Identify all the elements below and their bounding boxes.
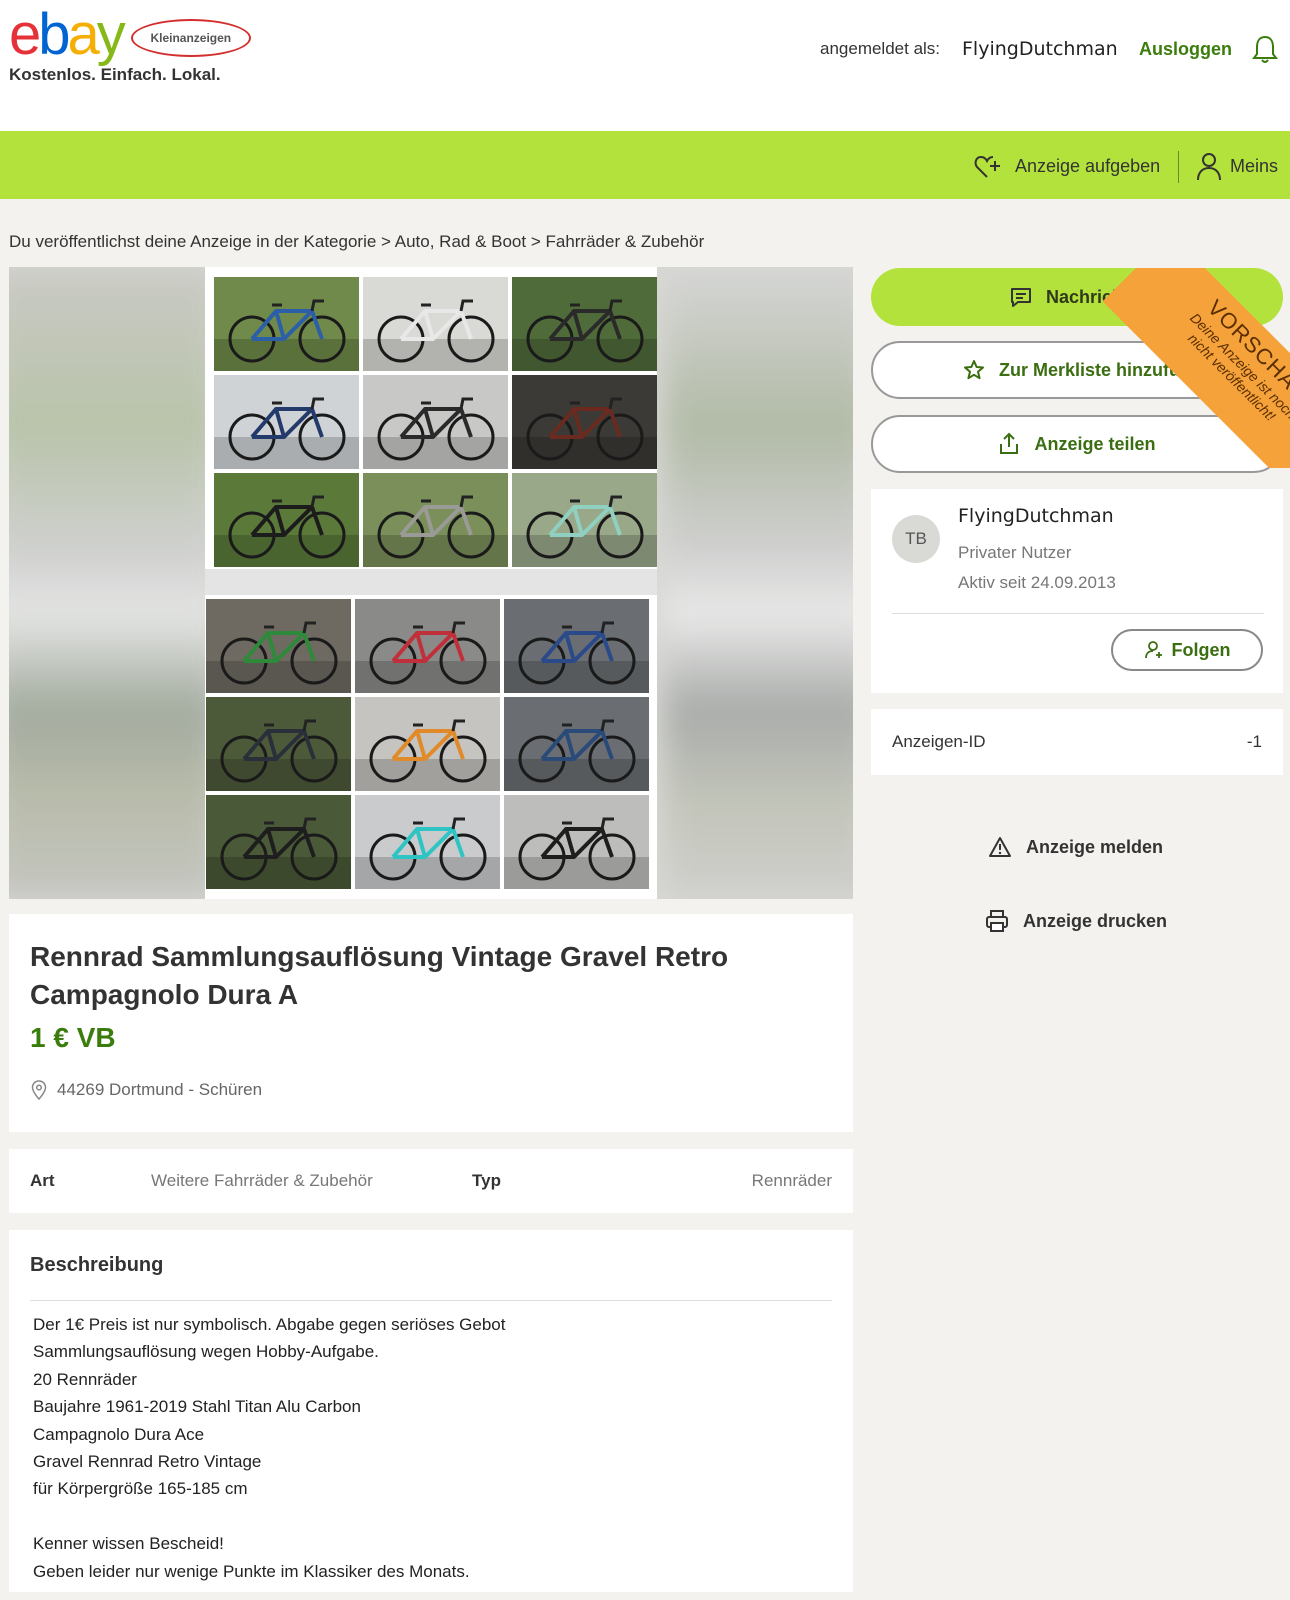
bicycle-photo	[206, 795, 351, 889]
description-line: Campagnolo Dura Ace	[33, 1424, 205, 1444]
description-line: Sammlungsauflösung wegen Hobby-Aufgabe.	[33, 1342, 379, 1362]
star-icon	[963, 360, 984, 380]
follow-user-icon	[1144, 641, 1162, 659]
photo-collage-bottom	[206, 599, 649, 889]
description-card: Beschreibung Der 1€ Preis ist nur symbol…	[9, 1230, 853, 1592]
bicycle-photo	[363, 473, 508, 567]
mine-label: Meins	[1230, 155, 1279, 176]
location-pin-icon	[31, 1080, 47, 1100]
warning-icon	[989, 837, 1011, 857]
follow-button[interactable]: Folgen	[1111, 629, 1263, 671]
bicycle-photo	[363, 277, 508, 371]
logout-link[interactable]: Ausloggen	[1139, 39, 1232, 60]
attr-art-value: Weitere Fahrräder & Zubehör	[151, 1171, 373, 1190]
seller-divider	[892, 613, 1264, 614]
collage-divider	[205, 569, 657, 595]
seller-type: Privater Nutzer	[958, 543, 1072, 562]
printer-icon	[986, 910, 1008, 932]
mine-button[interactable]: Meins	[1196, 151, 1278, 181]
ad-id-label: Anzeigen-ID	[892, 732, 986, 751]
follow-label: Folgen	[1171, 639, 1231, 660]
navbar-divider	[1178, 151, 1179, 183]
add-heart-icon	[974, 155, 1000, 178]
send-message-button[interactable]: Nachricht s	[871, 268, 1283, 326]
bicycle-photo	[355, 697, 500, 791]
message-icon	[1010, 288, 1031, 307]
seller-card: TB FlyingDutchman Privater Nutzer Aktiv …	[871, 489, 1283, 693]
attr-typ-label: Typ	[472, 1171, 501, 1190]
description-line: für Körpergröße 165-185 cm	[33, 1479, 248, 1499]
bicycle-photo	[363, 375, 508, 469]
description-line: 20 Rennräder	[33, 1369, 137, 1389]
location-text: 44269 Dortmund - Schüren	[57, 1080, 263, 1099]
bicycle-photo	[214, 473, 359, 567]
attr-art-label: Art	[30, 1171, 55, 1190]
report-ad-link[interactable]: Anzeige melden	[988, 836, 1163, 858]
share-ad-button[interactable]: Anzeige teilen	[871, 415, 1283, 473]
bicycle-photo	[504, 697, 649, 791]
ebay-logo: ebay	[9, 2, 126, 67]
bicycle-photo	[355, 795, 500, 889]
post-ad-button[interactable]: Anzeige aufgeben	[973, 151, 1160, 181]
gallery-blur-left	[9, 267, 219, 899]
description-line: Geben leider nur wenige Punkte im Klassi…	[33, 1561, 470, 1581]
breadcrumb: Du veröffentlichst deine Anzeige in der …	[9, 232, 705, 251]
bicycle-photo	[512, 473, 657, 567]
login-label: angemeldet als:	[820, 39, 941, 58]
site-header: ebay Kleinanzeigen Kostenlos. Einfach. L…	[0, 0, 1290, 131]
post-ad-label: Anzeige aufgeben	[1015, 155, 1161, 176]
ad-id-value: -1	[1246, 732, 1262, 751]
watchlist-label: Zur Merkliste hinzufüg	[998, 359, 1191, 380]
print-label: Anzeige drucken	[1023, 910, 1168, 931]
user-icon	[1197, 153, 1221, 181]
description-line: Der 1€ Preis ist nur symbolisch. Abgabe …	[33, 1315, 506, 1334]
bicycle-photo	[206, 599, 351, 693]
attr-typ-value: Rennräder	[751, 1171, 832, 1190]
bell-icon[interactable]	[1252, 34, 1278, 64]
image-gallery[interactable]	[9, 267, 853, 899]
bicycle-photo	[214, 375, 359, 469]
seller-name[interactable]: FlyingDutchman	[958, 505, 1114, 527]
bicycle-photo	[512, 277, 657, 371]
share-label: Anzeige teilen	[1034, 433, 1156, 454]
bicycle-photo	[504, 795, 649, 889]
listing-price: 1 € VB	[30, 1022, 116, 1053]
main-navbar: Anzeige aufgeben Meins	[0, 131, 1290, 199]
bicycle-photo	[355, 599, 500, 693]
logged-in-username[interactable]: FlyingDutchman	[962, 38, 1118, 60]
description-line: Gravel Rennrad Retro Vintage	[33, 1451, 262, 1471]
site-logo[interactable]: ebay Kleinanzeigen	[9, 6, 251, 64]
description-line: Kenner wissen Bescheid!	[33, 1534, 224, 1554]
add-to-watchlist-button[interactable]: Zur Merkliste hinzufüg	[871, 341, 1283, 399]
gallery-blur-right	[664, 267, 853, 899]
bicycle-photo	[512, 375, 657, 469]
seller-active-since: Aktiv seit 24.09.2013	[958, 573, 1116, 592]
avatar[interactable]: TB	[892, 515, 940, 563]
photo-collage-top	[214, 277, 657, 567]
description-line: Baujahre 1961-2019 Stahl Titan Alu Carbo…	[33, 1397, 361, 1417]
bicycle-photo	[214, 277, 359, 371]
ad-id-card: Anzeigen-ID -1	[871, 709, 1283, 775]
description-heading: Beschreibung	[30, 1254, 164, 1276]
description-text: Der 1€ Preis ist nur symbolisch. Abgabe …	[33, 1311, 505, 1585]
listing-location: 44269 Dortmund - Schüren	[31, 1080, 262, 1100]
tagline: Kostenlos. Einfach. Lokal.	[9, 65, 221, 84]
send-message-label: Nachricht s	[1045, 286, 1145, 307]
main-photo[interactable]	[205, 267, 657, 899]
listing-title: Rennrad Sammlungsauflösung Vintage Grave…	[30, 941, 729, 1010]
listing-summary-card: Rennrad Sammlungsauflösung Vintage Grave…	[9, 914, 853, 1132]
description-line	[33, 1503, 505, 1530]
bicycle-photo	[206, 697, 351, 791]
bicycle-photo	[504, 599, 649, 693]
print-ad-link[interactable]: Anzeige drucken	[985, 909, 1167, 933]
report-label: Anzeige melden	[1026, 836, 1164, 857]
kleinanzeigen-badge: Kleinanzeigen	[130, 19, 251, 57]
share-icon	[1000, 432, 1019, 454]
attributes-card: Art Weitere Fahrräder & Zubehör Typ Renn…	[9, 1149, 853, 1213]
description-divider	[30, 1300, 832, 1301]
